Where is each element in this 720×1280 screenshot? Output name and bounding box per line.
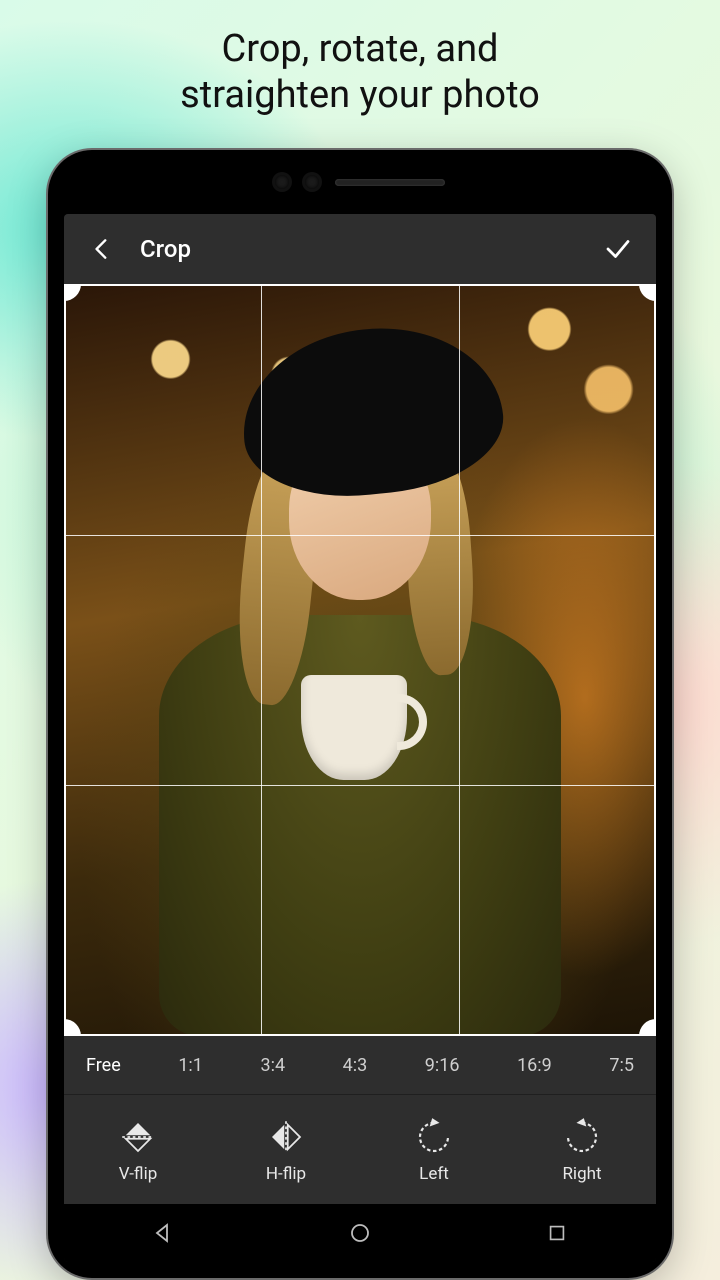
ratio-1-1[interactable]: 1:1 — [174, 1049, 207, 1082]
ratio-7-5[interactable]: 7:5 — [605, 1049, 638, 1082]
rotate-right-icon — [561, 1116, 603, 1158]
aspect-ratio-bar: Free 1:1 3:4 4:3 9:16 16:9 7:5 — [64, 1036, 656, 1094]
ratio-9-16[interactable]: 9:16 — [421, 1049, 464, 1082]
ratio-16-9[interactable]: 16:9 — [513, 1049, 556, 1082]
checkmark-icon — [603, 234, 633, 264]
promo-headline: Crop, rotate, and straighten your photo — [0, 26, 720, 119]
nav-recent-button[interactable] — [527, 1213, 587, 1253]
flip-horizontal-icon — [265, 1116, 307, 1158]
ratio-free[interactable]: Free — [82, 1049, 125, 1082]
nav-home-button[interactable] — [330, 1213, 390, 1253]
photo-preview — [64, 284, 656, 1036]
crop-canvas[interactable] — [64, 284, 656, 1036]
android-nav-bar — [64, 1204, 656, 1262]
rotate-right-button[interactable]: Right — [522, 1116, 642, 1184]
tool-label: Left — [419, 1164, 449, 1184]
front-camera-icon — [305, 175, 319, 189]
rotate-left-icon — [413, 1116, 455, 1158]
app-header: Crop — [64, 214, 656, 284]
front-camera-icon — [275, 175, 289, 189]
nav-back-button[interactable] — [133, 1213, 193, 1253]
ratio-4-3[interactable]: 4:3 — [339, 1049, 372, 1082]
hflip-button[interactable]: H-flip — [226, 1116, 346, 1184]
phone-hardware-top — [48, 150, 672, 214]
triangle-left-icon — [151, 1221, 175, 1245]
square-icon — [546, 1222, 568, 1244]
vflip-button[interactable]: V-flip — [78, 1116, 198, 1184]
confirm-button[interactable] — [598, 229, 638, 269]
tool-label: H-flip — [266, 1164, 306, 1184]
phone-frame: Crop — [48, 150, 672, 1278]
app-screen: Crop — [64, 214, 656, 1262]
rotate-left-button[interactable]: Left — [374, 1116, 494, 1184]
flip-vertical-icon — [117, 1116, 159, 1158]
chevron-left-icon — [89, 236, 115, 262]
ratio-3-4[interactable]: 3:4 — [256, 1049, 289, 1082]
tool-label: Right — [562, 1164, 601, 1184]
speaker-grille — [335, 179, 445, 186]
promo-headline-line2: straighten your photo — [0, 72, 720, 118]
back-button[interactable] — [82, 229, 122, 269]
transform-toolbar: V-flip H-flip Left — [64, 1094, 656, 1204]
page-title: Crop — [140, 235, 191, 263]
promo-headline-line1: Crop, rotate, and — [0, 26, 720, 72]
circle-icon — [348, 1221, 372, 1245]
tool-label: V-flip — [119, 1164, 158, 1184]
